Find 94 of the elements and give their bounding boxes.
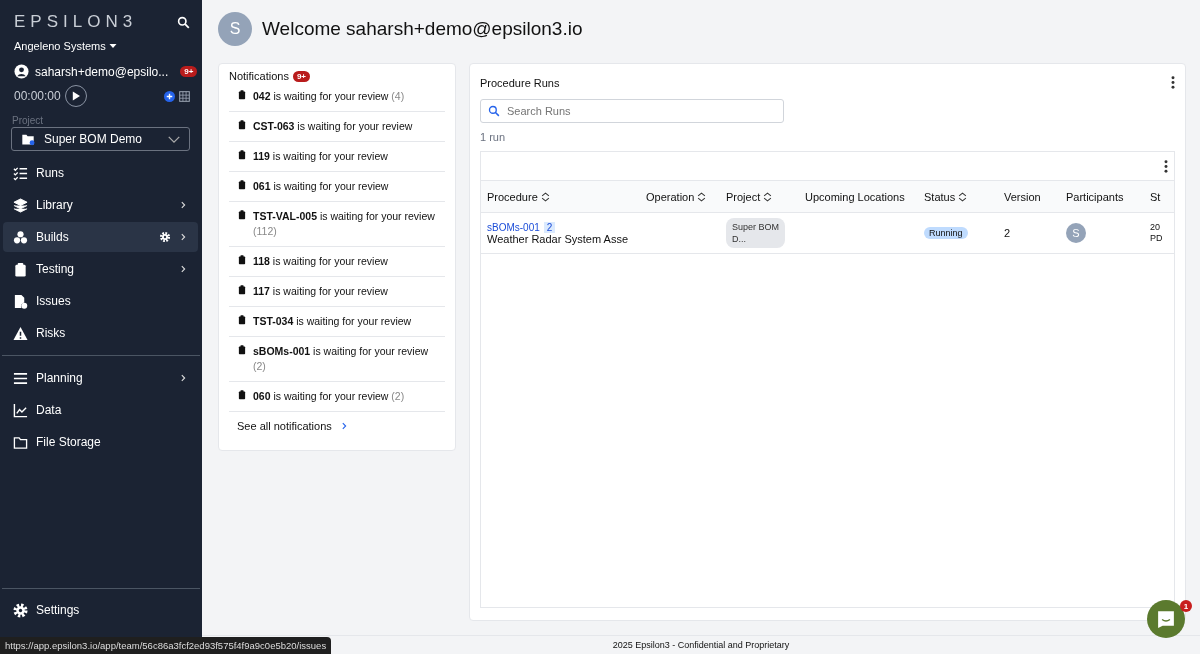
clipboard-icon — [237, 314, 247, 325]
notification-item[interactable]: TST-VAL-005 is waiting for your review (112) — [229, 202, 445, 247]
chevron-right-icon — [179, 264, 188, 274]
project-dropdown[interactable]: Super BOM Demo — [11, 127, 190, 151]
notification-badge: 9+ — [292, 70, 311, 82]
clipboard-icon — [237, 209, 247, 220]
more-icon — [1164, 159, 1168, 173]
nav-item[interactable]: Risks — [3, 318, 198, 348]
page-title: Welcome saharsh+demo@epsilon3.io — [262, 18, 583, 40]
notification-item[interactable]: 042 is waiting for your review (4) — [229, 82, 445, 112]
column-header[interactable]: Operation — [640, 181, 720, 213]
clipboard-icon — [237, 254, 247, 265]
chat-icon — [1157, 610, 1175, 628]
gear-icon — [159, 231, 171, 243]
chevron-down-icon — [167, 134, 181, 144]
chevron-right-icon — [339, 421, 349, 431]
timer: 00:00:00 — [14, 89, 61, 103]
nav-item[interactable]: Builds — [3, 222, 198, 252]
layers-icon — [13, 197, 28, 213]
user-email[interactable]: saharsh+demo@epsilo... — [35, 64, 169, 79]
column-header[interactable]: Procedure — [481, 181, 640, 213]
column-header[interactable]: Project — [720, 181, 799, 213]
revision-badge: 2 — [543, 221, 556, 233]
column-header[interactable]: Version — [998, 181, 1060, 213]
clipboard-icon — [237, 179, 247, 190]
column-header[interactable]: St — [1144, 181, 1174, 213]
logo[interactable]: EPSILON3 — [14, 12, 138, 32]
checklist-icon — [13, 165, 28, 181]
card-title: Notifications — [229, 70, 289, 82]
sort-icon — [540, 190, 550, 203]
clipboard-icon — [237, 389, 247, 400]
notification-item[interactable]: CST-063 is waiting for your review — [229, 112, 445, 142]
notification-item[interactable]: 118 is waiting for your review — [229, 247, 445, 277]
line-chart-icon — [13, 402, 28, 418]
clipboard-icon — [237, 284, 247, 295]
nav-item[interactable]: Issues — [3, 286, 198, 316]
project-tag: Super BOM D... — [726, 218, 786, 248]
nav-item[interactable]: Runs — [3, 158, 198, 188]
caret-down-icon — [108, 43, 117, 49]
table-cell-text: 2 — [1004, 227, 1012, 239]
notification-item[interactable]: TST-034 is waiting for your review — [229, 307, 445, 337]
folder-icon — [13, 434, 28, 450]
sort-icon — [697, 190, 707, 203]
card-title: Procedure Runs — [480, 76, 560, 89]
play-icon — [71, 91, 81, 101]
notification-badge: 9+ — [180, 66, 198, 77]
status-tag: Running — [924, 227, 968, 239]
nav-item[interactable]: Data — [3, 395, 198, 425]
search-icon — [177, 15, 190, 29]
nav-item[interactable]: Settings — [3, 595, 198, 625]
document-icon — [13, 293, 28, 309]
column-header[interactable]: Participants — [1060, 181, 1144, 213]
clipboard-icon — [237, 149, 247, 160]
gear-icon — [13, 602, 28, 618]
search-field[interactable]: Search Runs — [480, 99, 784, 123]
clipboard-icon — [237, 119, 247, 130]
notification-item[interactable]: 117 is waiting for your review — [229, 277, 445, 307]
notification-item[interactable]: 119 is waiting for your review — [229, 142, 445, 172]
nav-item[interactable]: Library — [3, 190, 198, 220]
nav-item[interactable]: File Storage — [3, 427, 198, 457]
run-count: 1 run — [480, 131, 507, 143]
clipboard-icon — [237, 344, 247, 355]
notification-item[interactable]: 060 is waiting for your review (2) — [229, 382, 445, 412]
table-cell-text: Weather Radar System Asse — [487, 232, 630, 245]
procedure-link[interactable]: sBOMs-001 — [487, 221, 540, 233]
user-icon — [14, 64, 29, 79]
table-cell-text: 20 PD — [1150, 222, 1164, 244]
chevron-right-icon — [179, 232, 188, 242]
notification-item[interactable]: 061 is waiting for your review — [229, 172, 445, 202]
column-header[interactable]: Status — [918, 181, 998, 213]
avatar: S — [218, 12, 252, 46]
plus-icon — [164, 90, 175, 102]
team-selector[interactable]: Angeleno Systems — [14, 40, 106, 52]
column-header[interactable]: Upcoming Locations — [799, 181, 918, 213]
nav-item[interactable]: Testing — [3, 254, 198, 284]
list-icon — [13, 370, 28, 386]
cubes-icon — [13, 229, 28, 245]
sort-icon — [958, 190, 968, 203]
avatar: S — [1066, 223, 1086, 243]
field-label: Project — [11, 114, 45, 126]
nav-item[interactable]: Planning — [3, 363, 198, 393]
chevron-right-icon — [179, 373, 188, 383]
see-all-link[interactable]: See all notifications — [229, 412, 445, 440]
search-icon — [488, 105, 500, 117]
notification-item[interactable]: sBOMs-001 is waiting for your review (2) — [229, 337, 445, 382]
chevron-right-icon — [179, 200, 188, 210]
sort-icon — [763, 190, 773, 203]
clipboard-icon — [13, 261, 28, 277]
clipboard-icon — [237, 89, 247, 100]
grid-icon — [179, 90, 190, 102]
url-tooltip: https://app.epsilon3.io/app/team/56c86a3fcf2ed93f575f4f9a9c0e5b20/issues — [0, 637, 332, 654]
folder-icon — [20, 132, 36, 146]
more-icon — [1171, 76, 1175, 89]
warning-icon — [13, 325, 28, 341]
